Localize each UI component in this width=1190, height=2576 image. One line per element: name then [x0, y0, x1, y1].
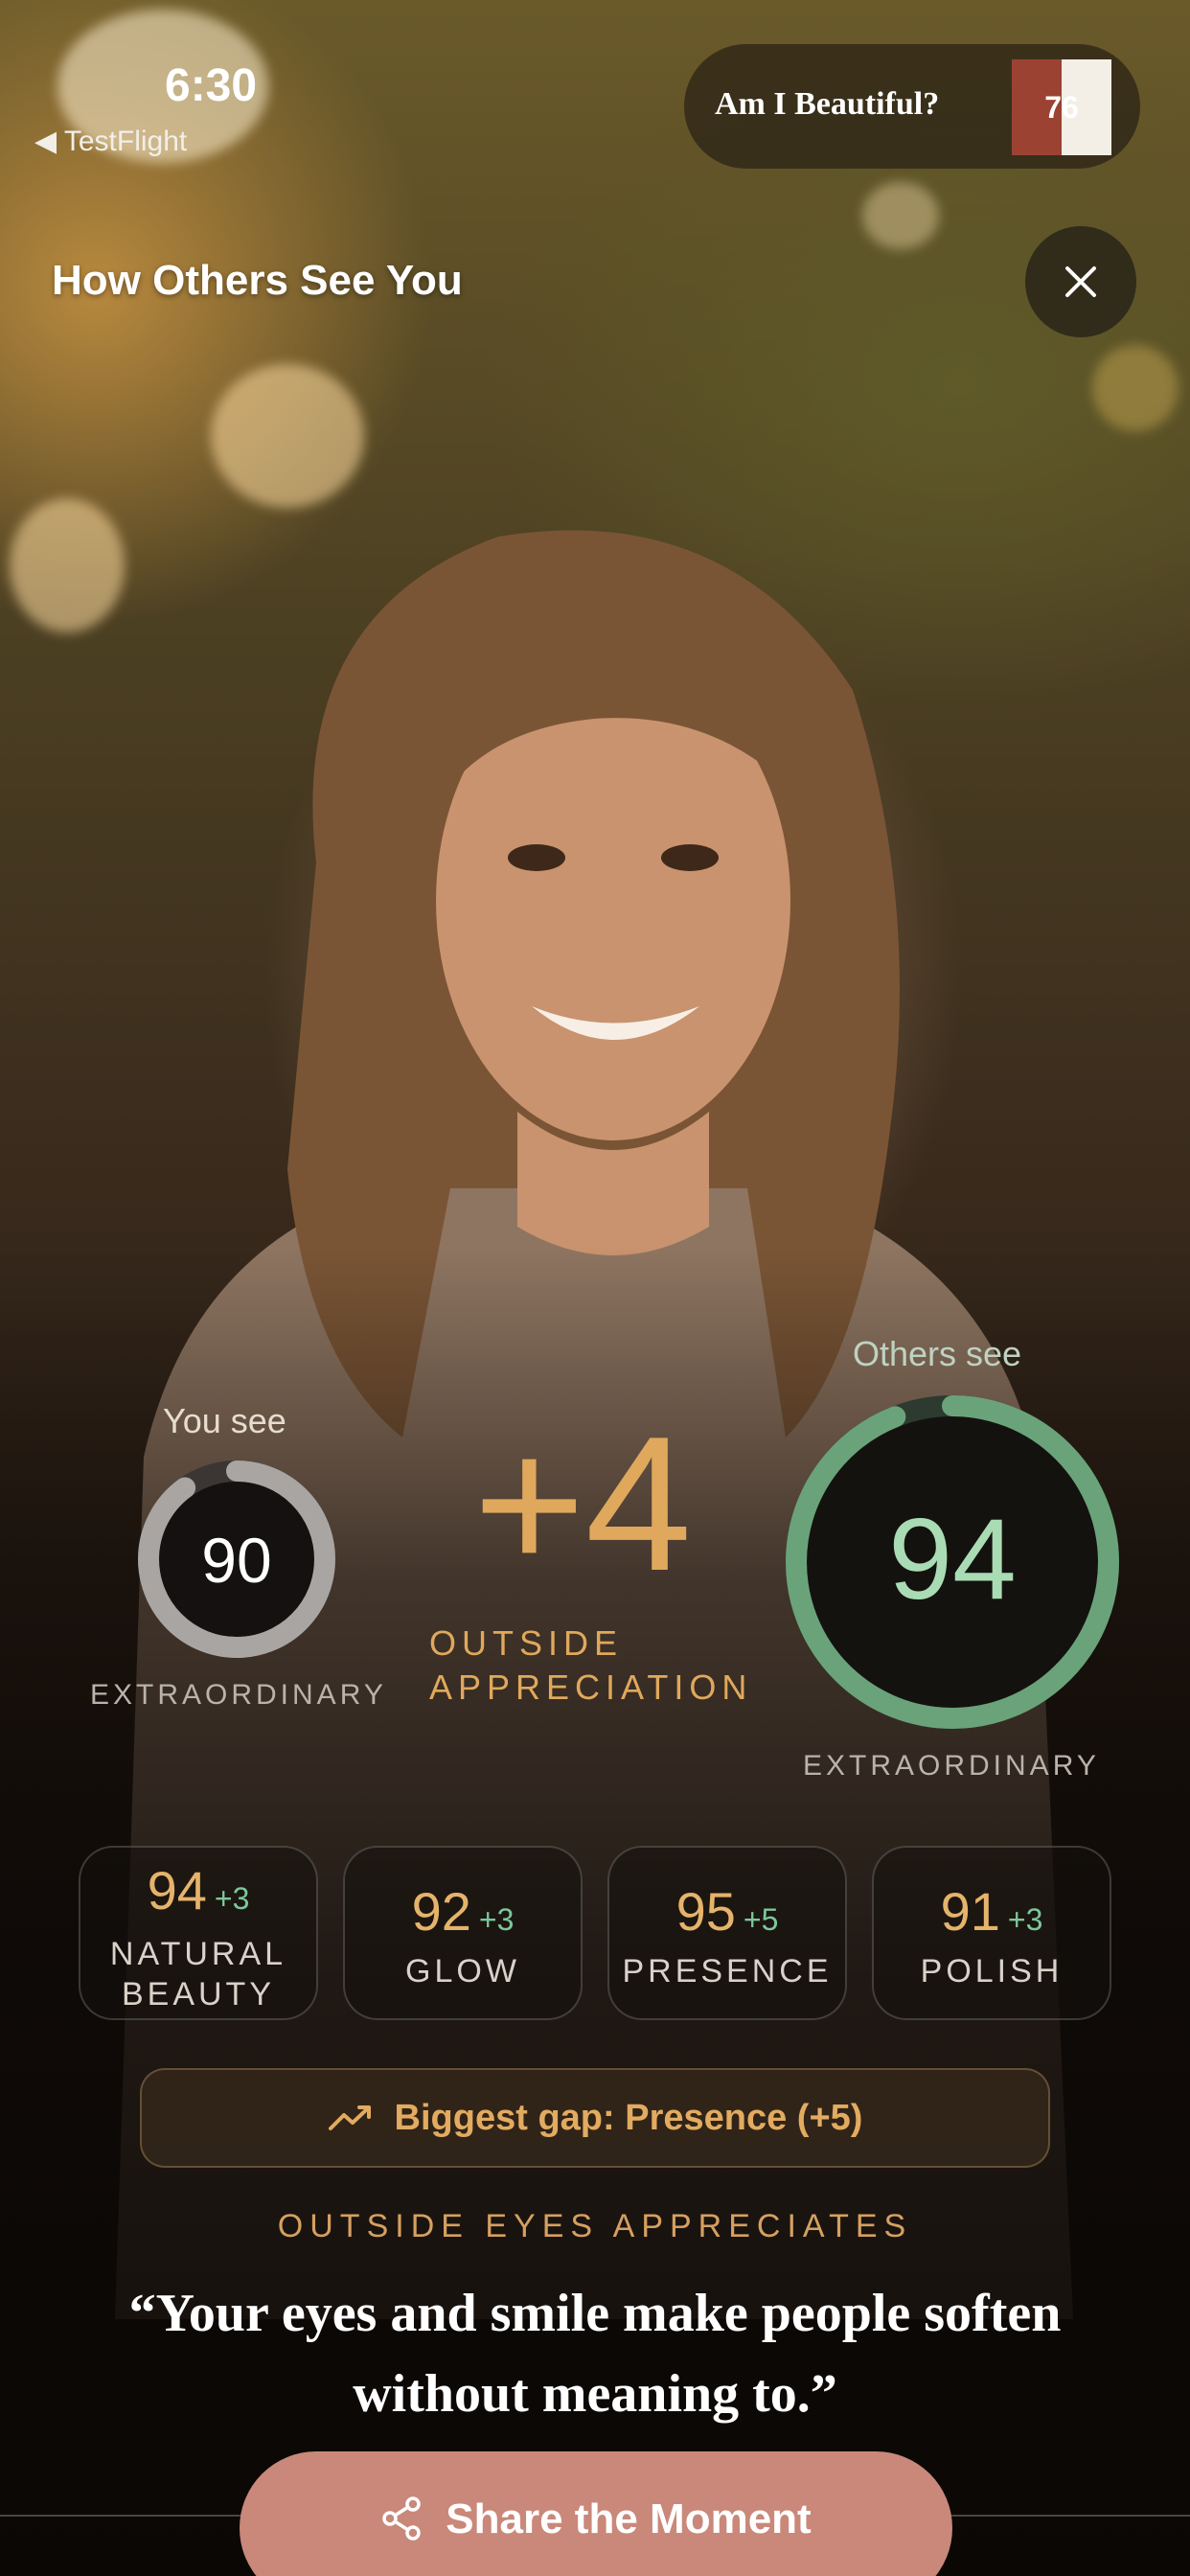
bokeh-light	[1092, 345, 1179, 431]
status-pill: Am I Beautiful? 76	[684, 44, 1140, 169]
metric-label-line2: BEAUTY	[121, 1976, 276, 2012]
metric-value-row: 95 +5	[609, 1880, 845, 1943]
share-button[interactable]: Share the Moment	[240, 2451, 952, 2576]
others-rating: EXTRAORDINARY	[803, 1750, 1100, 1782]
metric-value-row: 94 +3	[80, 1859, 316, 1921]
status-time: 6:30	[165, 60, 258, 111]
metric-label: GLOW	[405, 1953, 520, 1990]
bokeh-light	[862, 182, 939, 249]
self-rating: EXTRAORDINARY	[90, 1679, 387, 1711]
appreciation-label-line2: APPRECIATION	[429, 1668, 753, 1707]
metric-delta: +5	[743, 1902, 779, 1937]
metric-label-line1: NATURAL	[109, 1936, 287, 1972]
metric-value: 94	[147, 1860, 207, 1920]
you-see-label: You see	[163, 1401, 286, 1440]
screen: 6:30 ◀ TestFlight Am I Beautiful? 76 How…	[0, 0, 1190, 2576]
pill-title: Am I Beautiful?	[715, 86, 940, 122]
metric-delta: +3	[478, 1902, 515, 1937]
share-button-label: Share the Moment	[446, 2496, 812, 2542]
back-to-testflight-link[interactable]: ◀ TestFlight	[34, 125, 187, 158]
bokeh-light	[211, 364, 364, 508]
biggest-gap-text: Biggest gap: Presence (+5)	[394, 2097, 863, 2138]
metric-delta: +3	[1007, 1902, 1043, 1937]
close-button[interactable]	[1025, 226, 1136, 337]
metric-card-natural-beauty[interactable]: 94 +3 NATURAL BEAUTY	[79, 1846, 318, 2020]
appreciation-label-line1: OUTSIDE	[429, 1623, 624, 1663]
others-score-value: 94	[888, 1495, 1017, 1623]
metric-card-glow[interactable]: 92 +3 GLOW	[343, 1846, 583, 2020]
appreciation-quote: “Your eyes and smile make people soften …	[128, 2284, 1062, 2424]
metric-label: POLISH	[920, 1953, 1064, 1990]
metric-value: 92	[411, 1881, 471, 1942]
others-see-label: Others see	[853, 1334, 1022, 1373]
appreciation-label: OUTSIDE APPRECIATION	[429, 1622, 752, 1710]
biggest-gap-banner: Biggest gap: Presence (+5)	[140, 2068, 1050, 2168]
metric-card-presence[interactable]: 95 +5 PRESENCE	[607, 1846, 847, 2020]
trending-up-icon	[328, 2105, 371, 2130]
page-title: How Others See You	[52, 257, 463, 304]
metric-card-polish[interactable]: 91 +3 POLISH	[872, 1846, 1111, 2020]
metric-value: 91	[940, 1881, 1000, 1942]
share-icon	[382, 2496, 422, 2541]
close-icon	[1065, 266, 1096, 297]
metric-delta: +3	[214, 1881, 250, 1916]
metric-label: PRESENCE	[622, 1953, 833, 1990]
metric-value-row: 91 +3	[874, 1880, 1110, 1943]
appreciation-delta: +4	[473, 1397, 693, 1611]
metric-label: NATURAL BEAUTY	[80, 1934, 316, 2014]
metric-value: 95	[675, 1881, 736, 1942]
self-score-value: 90	[201, 1525, 272, 1596]
battery-indicator: 76	[1044, 89, 1079, 125]
appreciates-label: OUTSIDE EYES APPRECIATES	[277, 2208, 913, 2244]
metric-value-row: 92 +3	[345, 1880, 581, 1943]
